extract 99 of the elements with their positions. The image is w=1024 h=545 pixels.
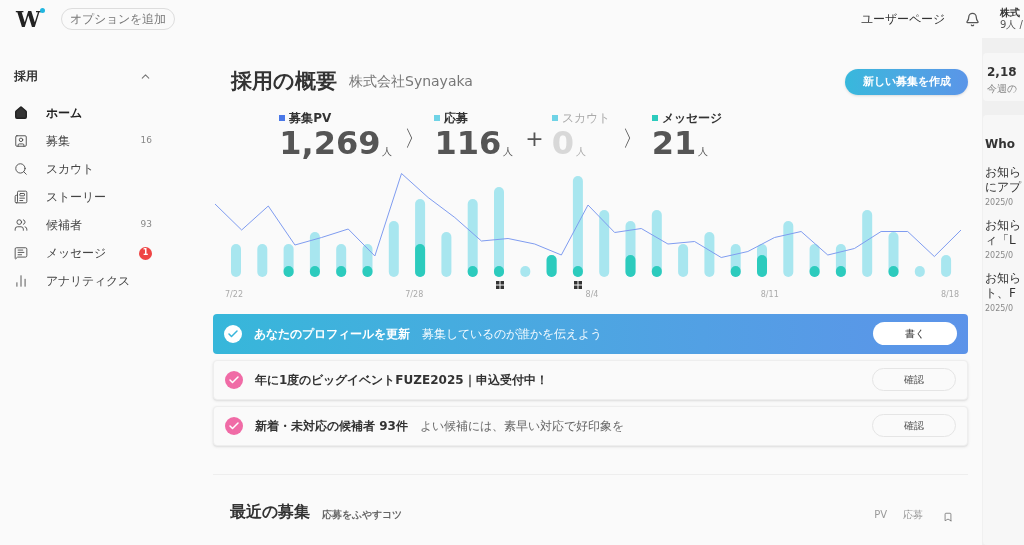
bar-chart-icon bbox=[14, 274, 28, 288]
application-bar bbox=[231, 243, 241, 277]
item-count: 16 bbox=[140, 134, 152, 148]
task-note: よい候補には、素早い対応で好印象を bbox=[419, 417, 624, 435]
application-bar bbox=[257, 243, 268, 277]
metric-unit: 人 bbox=[503, 144, 514, 159]
task-title: 新着・未対応の候補者 93件 bbox=[255, 417, 408, 435]
document-icon bbox=[14, 190, 28, 204]
news-date: 2025/0 bbox=[985, 250, 1015, 262]
sidebar-item[interactable]: 募集 16 bbox=[14, 127, 152, 155]
company-name: 株式 bbox=[1000, 6, 1021, 19]
message-bar bbox=[730, 265, 741, 277]
step-sign: + bbox=[525, 124, 544, 153]
column-header: PV bbox=[874, 507, 887, 522]
company-subtitle: 株式会社Synayaka bbox=[349, 72, 473, 92]
application-bar bbox=[388, 220, 399, 277]
date-label: 8/11 bbox=[760, 288, 779, 301]
unread-badge: 1 bbox=[139, 246, 152, 260]
application-bar bbox=[599, 209, 610, 277]
application-bar bbox=[862, 209, 873, 277]
house-icon bbox=[14, 106, 28, 120]
profile-card-icon bbox=[14, 134, 28, 148]
people-icon bbox=[14, 218, 28, 232]
message-bar bbox=[467, 265, 478, 277]
news-title-line[interactable]: ィ「L bbox=[985, 233, 1024, 248]
sidebar-item[interactable]: ホーム bbox=[14, 99, 152, 127]
date-label: 8/4 bbox=[585, 288, 599, 301]
bookmark-icon[interactable] bbox=[943, 511, 953, 522]
check-icon bbox=[225, 416, 243, 435]
column-header: 応募 bbox=[903, 507, 923, 522]
step-sign: 〉 bbox=[621, 124, 644, 153]
sidebar-item[interactable]: スカウト bbox=[14, 155, 152, 183]
message-bar bbox=[888, 265, 899, 277]
message-bar bbox=[494, 265, 504, 277]
news-date: 2025/0 bbox=[985, 197, 1015, 209]
message-bar bbox=[362, 265, 373, 277]
tips-link[interactable]: 応募をふやすコツ bbox=[322, 506, 402, 522]
bell-icon[interactable] bbox=[965, 11, 980, 27]
metric-label: 募集PV bbox=[289, 109, 332, 127]
grid-icon[interactable] bbox=[496, 280, 504, 289]
section-heading: 最近の募集 bbox=[230, 500, 310, 523]
metric-unit: 人 bbox=[698, 144, 709, 159]
message-bar bbox=[336, 265, 347, 277]
news-title-line[interactable]: お知ら bbox=[985, 218, 1024, 233]
check-icon bbox=[224, 324, 242, 343]
news-title-line[interactable]: お知ら bbox=[985, 271, 1024, 286]
metric-value: 1,269 bbox=[279, 126, 381, 159]
metric-value: 21 bbox=[651, 126, 697, 159]
message-bar bbox=[309, 265, 320, 277]
application-bar bbox=[520, 265, 531, 277]
application-bar bbox=[941, 254, 952, 277]
chat-icon bbox=[14, 246, 28, 260]
message-bar bbox=[625, 254, 636, 277]
message-bar bbox=[809, 265, 820, 277]
search-icon bbox=[14, 162, 28, 176]
message-bar bbox=[546, 254, 557, 277]
task-title: 年に1度のビッグイベントFUZE2025｜申込受付中！ bbox=[255, 371, 548, 389]
stat-label: 今週の bbox=[987, 82, 1018, 96]
metric-value: 116 bbox=[434, 126, 502, 159]
task-button[interactable]: 書く bbox=[873, 322, 957, 345]
task-title: あなたのプロフィールを更新 bbox=[254, 325, 410, 343]
application-bar bbox=[704, 231, 715, 277]
page-title: 採用の概要 bbox=[231, 68, 337, 95]
metric-unit: 人 bbox=[576, 144, 586, 159]
message-bar bbox=[283, 265, 294, 277]
news-title: Who bbox=[985, 136, 1017, 153]
news-title-line[interactable]: にアプ bbox=[985, 180, 1024, 195]
step-sign: 〉 bbox=[404, 124, 427, 153]
metric-unit: 人 bbox=[382, 144, 393, 159]
metric-label: 応募 bbox=[444, 109, 469, 127]
application-bar bbox=[783, 220, 794, 277]
message-bar bbox=[835, 265, 846, 277]
message-bar bbox=[651, 265, 662, 277]
date-label: 8/18 bbox=[941, 288, 959, 301]
task-note: 募集しているのが誰かを伝えよう bbox=[422, 325, 602, 343]
user-page-link[interactable]: ユーザーページ bbox=[861, 10, 945, 28]
metric-label: スカウト bbox=[561, 109, 610, 127]
sidebar-item[interactable]: 候補者 93 bbox=[14, 211, 152, 239]
section-title: 採用 bbox=[14, 68, 38, 85]
date-label: 7/28 bbox=[405, 288, 424, 301]
check-icon bbox=[225, 370, 243, 389]
message-bar bbox=[757, 254, 767, 277]
application-bar bbox=[441, 231, 452, 277]
item-count: 93 bbox=[140, 218, 152, 232]
sidebar-item[interactable]: メッセージ 1 bbox=[14, 239, 152, 267]
date-label: 7/22 bbox=[225, 288, 243, 301]
grid-icon[interactable] bbox=[574, 280, 582, 289]
sidebar-item[interactable]: アナリティクス bbox=[14, 267, 152, 295]
news-date: 2025/0 bbox=[985, 303, 1015, 315]
news-title-line[interactable]: ト、F bbox=[985, 286, 1024, 301]
sidebar-item[interactable]: ストーリー bbox=[14, 183, 152, 211]
stat-value: 2,18 bbox=[987, 64, 1018, 81]
message-bar bbox=[415, 243, 426, 277]
member-count: 9人 / bbox=[1000, 19, 1024, 32]
application-bar bbox=[914, 265, 925, 277]
application-bar bbox=[678, 243, 689, 277]
metric-label: メッセージ bbox=[661, 109, 722, 127]
message-bar bbox=[572, 265, 583, 277]
news-title-line[interactable]: お知ら bbox=[985, 165, 1024, 180]
